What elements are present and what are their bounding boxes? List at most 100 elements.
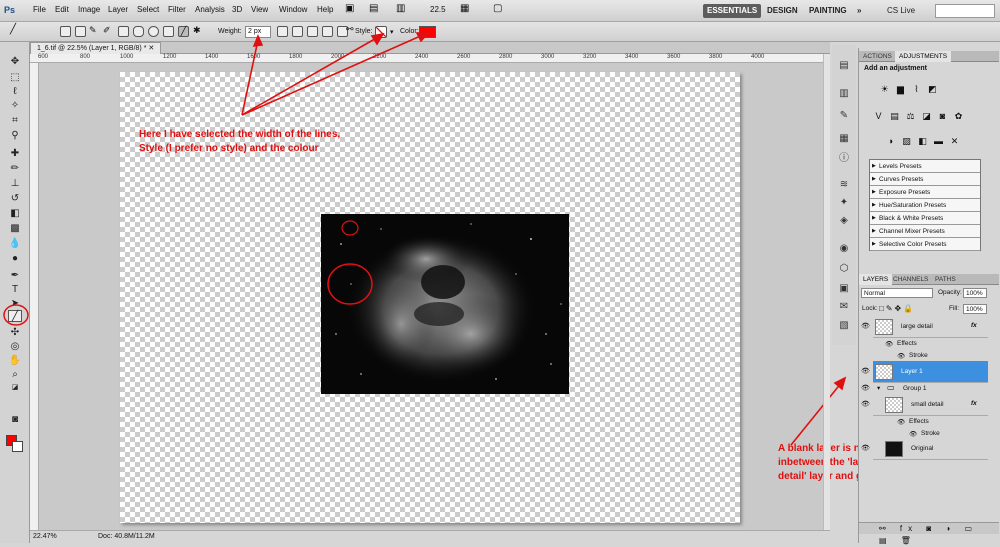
subtract-shape-icon[interactable] [307,26,318,37]
background-color[interactable] [12,441,23,452]
zoom-level[interactable]: 22.5 [430,5,446,14]
layers-footer-icons[interactable]: ⚯ fx ◙ ◑ ▭ ▤ 🗑 [859,522,999,545]
fill-input[interactable]: 100% [963,304,987,314]
line-shape-icon[interactable]: ╱ [178,26,189,37]
preset-black-white[interactable]: Black & White Presets [870,212,980,225]
menu-select[interactable]: Select [137,5,159,14]
style-dropdown-icon[interactable]: ▾ [390,28,394,36]
3d-orbit-icon[interactable]: ◎ [8,341,22,353]
threshold-icon[interactable]: ◧ [917,136,928,147]
posterize-icon[interactable]: ▨ [901,136,912,147]
screen-mode-icon[interactable]: ▢ [493,3,502,14]
arrange-documents-icon[interactable]: ▦ [460,3,469,14]
gradient-tool-icon[interactable]: ▩ [8,223,22,235]
layer-effects-row[interactable]: 👁 Effects [873,338,988,350]
cs-live-button[interactable]: CS Live [883,4,919,18]
stroke-eye-icon[interactable]: 👁 [909,430,917,438]
tab-adjustments[interactable]: ADJUSTMENTS [895,51,952,62]
layer-comps-icon[interactable]: ▧ [838,320,850,332]
styles-icon[interactable]: ◈ [838,215,850,227]
stroke-eye-icon[interactable]: 👁 [897,352,905,360]
eye-icon[interactable]: 👁 [861,400,870,408]
rounded-rectangle-icon[interactable] [133,26,144,37]
layer-layer-1[interactable]: 👁 Layer 1 [861,361,988,383]
more-workspaces-icon[interactable]: » [853,4,865,18]
menu-image[interactable]: Image [78,5,100,14]
blur-tool-icon[interactable]: 💧 [8,238,22,250]
blend-mode-select[interactable]: Normal [861,288,933,298]
status-doc-size[interactable]: Doc: 40.8M/11.2M [98,533,155,540]
view-extras-icon[interactable]: ▥ [396,3,405,14]
hue-saturation-icon[interactable]: ▤ [889,111,900,122]
tab-layers[interactable]: LAYERS [859,274,893,285]
workspace-painting[interactable]: PAINTING [805,4,851,18]
brush-presets-icon[interactable]: ≋ [838,179,850,191]
vibrance-icon[interactable]: V [873,111,884,122]
notes-icon[interactable]: ✉ [838,301,850,313]
navigator-icon[interactable]: ✎ [838,110,850,122]
layer-effects-row[interactable]: 👁 Effects [873,416,988,428]
menu-analysis[interactable]: Analysis [195,5,225,14]
close-tab-icon[interactable]: ✕ [148,45,154,52]
clone-source-icon[interactable]: ✦ [838,197,850,209]
clone-stamp-icon[interactable]: ⊥ [8,178,22,190]
paths-icon[interactable] [75,26,86,37]
eraser-tool-icon[interactable]: ◧ [8,208,22,220]
histogram-icon[interactable]: ▥ [838,88,850,100]
freeform-pen-icon[interactable]: ✐ [103,25,114,36]
menu-file[interactable]: File [33,5,46,14]
marquee-tool-icon[interactable]: ⬚ [8,72,22,84]
zoom-tool-icon[interactable]: ⌕ [8,369,22,381]
history-brush-icon[interactable]: ↺ [8,193,22,205]
pen-icon[interactable]: ✎ [89,25,100,36]
lock-icons[interactable]: □✎✥🔒 [879,304,915,313]
invert-icon[interactable]: ◑ [885,136,896,147]
layer-small-detail[interactable]: 👁 small detail fx [861,394,988,416]
mini-bridge-icon[interactable]: ▤ [369,3,378,14]
menu-view[interactable]: View [251,5,268,14]
rectangle-shape-icon[interactable] [118,26,129,37]
menu-window[interactable]: Window [279,5,307,14]
color-swatch[interactable] [419,26,436,38]
curves-icon[interactable]: ⌇ [911,84,922,95]
status-zoom[interactable]: 22.47% [33,533,57,540]
menu-3d[interactable]: 3D [232,5,242,14]
black-white-icon[interactable]: ◪ [921,111,932,122]
preset-selective-color[interactable]: Selective Color Presets [870,238,980,251]
quick-mask-icon[interactable]: ◙ [8,414,22,426]
menu-edit[interactable]: Edit [55,5,69,14]
eye-icon[interactable]: 👁 [861,322,870,330]
photo-filter-icon[interactable]: ◙ [937,111,948,122]
gradient-map-icon[interactable]: ▬ [933,136,944,147]
hand-tool-icon[interactable]: ✋ [8,355,22,367]
polygon-icon[interactable] [163,26,174,37]
default-colors-icon[interactable]: ◪ [8,382,22,394]
masks-icon[interactable]: ◉ [838,243,850,255]
workspace-design[interactable]: DESIGN [763,4,802,18]
brush-tool-icon[interactable]: ✏ [8,163,22,175]
info-icon[interactable]: ⓘ [838,153,850,165]
preset-channel-mixer[interactable]: Channel Mixer Presets [870,225,980,238]
vertical-scrollbar[interactable] [823,54,830,530]
intersect-shape-icon[interactable] [322,26,333,37]
menu-help[interactable]: Help [317,5,333,14]
eye-icon[interactable]: 👁 [861,444,870,452]
layer-large-detail[interactable]: 👁 large detail fx [861,316,988,338]
move-tool-icon[interactable]: ✥ [8,56,22,68]
nebula-image[interactable] [321,214,569,394]
workspace-essentials[interactable]: ESSENTIALS [703,4,762,18]
healing-brush-icon[interactable]: ✚ [8,148,22,160]
preset-exposure[interactable]: Exposure Presets [870,186,980,199]
3d-rotate-icon[interactable]: ✣ [8,327,22,339]
brightness-contrast-icon[interactable]: ☀ [879,84,890,95]
pen-tool-icon[interactable]: ✒ [8,270,22,282]
fx-icon[interactable]: fx [971,400,977,407]
document-tab[interactable]: 1_6.tif @ 22.5% (Layer 1, RGB/8) * ✕ [30,42,162,54]
preset-levels[interactable]: Levels Presets [870,160,980,173]
new-shape-layer-icon[interactable] [277,26,288,37]
levels-icon[interactable]: ▆ [895,84,906,95]
eyedropper-tool-icon[interactable]: ⚲ [8,130,22,142]
tab-paths[interactable]: PATHS [931,274,960,285]
color-balance-icon[interactable]: ⚖ [905,111,916,122]
swatches-icon[interactable]: ▦ [838,133,850,145]
